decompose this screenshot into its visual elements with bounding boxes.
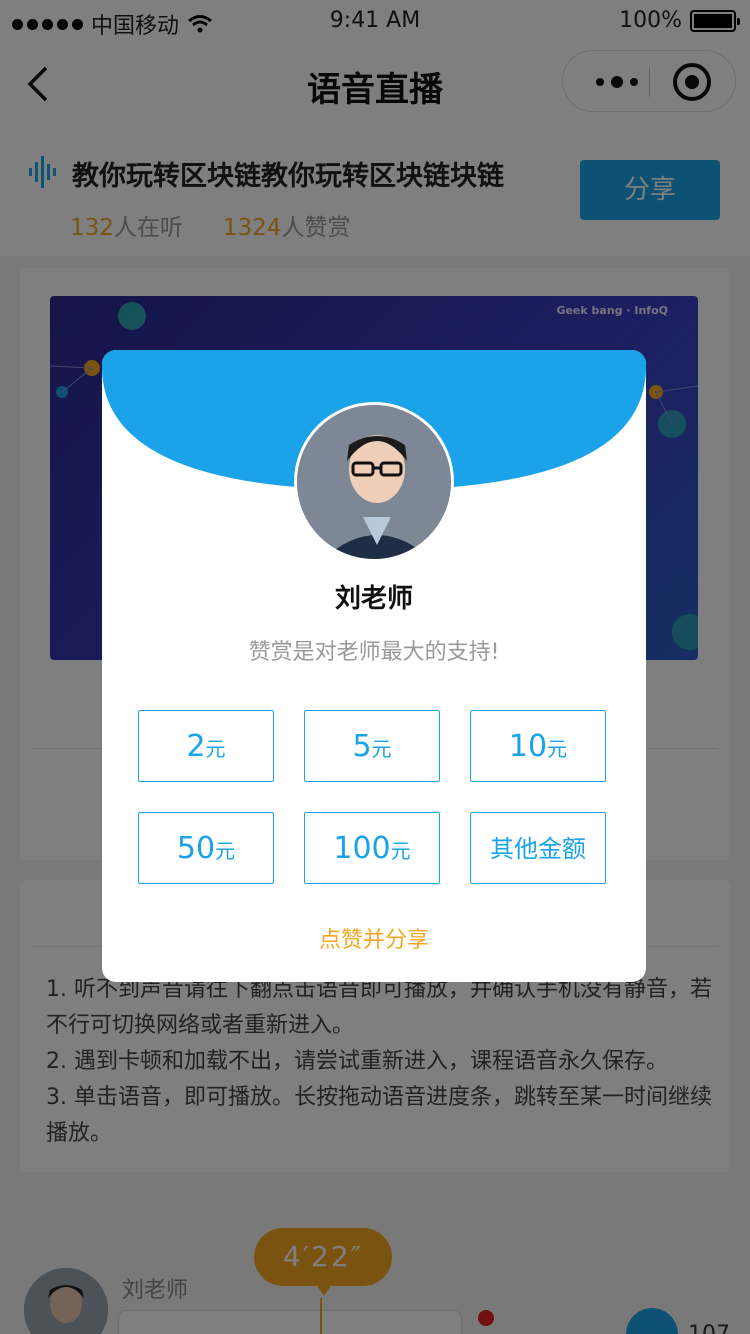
like-and-share-link[interactable]: 点赞并分享 [102, 922, 646, 954]
teacher-avatar [294, 402, 454, 562]
amount-option-2[interactable]: 2元 [138, 710, 274, 782]
reward-subtitle: 赞赏是对老师最大的支持! [248, 640, 500, 665]
amount-option-10[interactable]: 10元 [470, 710, 606, 782]
amount-option-other[interactable]: 其他金额 [470, 812, 606, 884]
reward-modal: 刘老师 赞赏是对老师最大的支持! 2元 5元 10元 50元 100元 其他金额… [102, 350, 646, 982]
amount-option-100[interactable]: 100元 [304, 812, 440, 884]
amount-option-5[interactable]: 5元 [304, 710, 440, 782]
teacher-name: 刘老师 [334, 584, 413, 614]
amount-option-50[interactable]: 50元 [138, 812, 274, 884]
